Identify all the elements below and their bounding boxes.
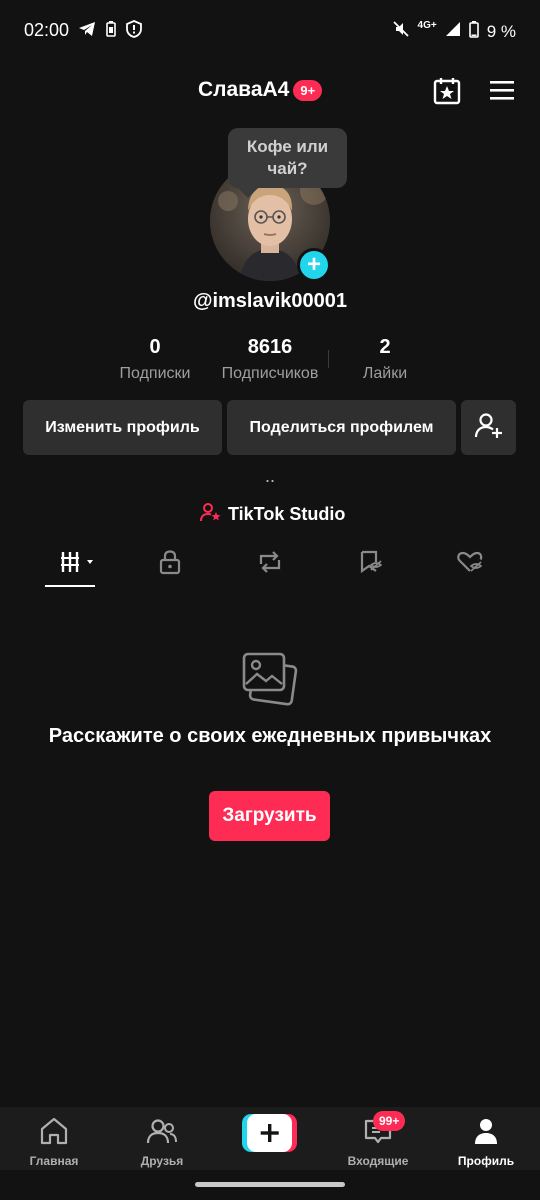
photo-gallery-icon xyxy=(240,650,300,706)
nav-friends[interactable]: Друзья xyxy=(122,1107,202,1170)
followers-label: Подписчиков xyxy=(221,365,319,382)
add-friends-button[interactable] xyxy=(461,400,516,455)
account-switcher[interactable]: СлаваА4 9+ xyxy=(198,78,323,102)
bio-text[interactable]: .. xyxy=(0,466,540,487)
creator-star-icon xyxy=(200,502,222,527)
lock-icon xyxy=(157,549,183,580)
nav-home-label: Главная xyxy=(29,1154,79,1168)
username: @imslavik00001 xyxy=(192,290,348,312)
create-button[interactable] xyxy=(242,1114,297,1152)
account-name: СлаваА4 xyxy=(198,78,290,101)
inbox-badge: 99+ xyxy=(373,1111,406,1131)
nav-profile-label: Профиль xyxy=(457,1154,515,1168)
tab-reposts[interactable] xyxy=(240,544,300,584)
likes-label: Лайки xyxy=(362,365,408,382)
likes-stat[interactable]: 2 Лайки xyxy=(345,336,425,383)
profile-header: СлаваА4 9+ xyxy=(0,70,540,114)
followers-count: 8616 xyxy=(247,336,293,358)
menu-icon[interactable] xyxy=(488,78,516,102)
tab-liked[interactable] xyxy=(440,544,500,584)
repost-icon xyxy=(256,549,284,580)
followers-stat[interactable]: 8616 Подписчиков xyxy=(212,336,328,383)
nav-friends-label: Друзья xyxy=(140,1154,184,1168)
battery-saver-icon xyxy=(106,21,116,42)
nav-profile[interactable]: Профиль xyxy=(446,1107,526,1170)
friends-icon xyxy=(146,1117,178,1150)
tab-favorites[interactable] xyxy=(340,544,400,584)
status-bar: 02:00 4G+ 9 % xyxy=(0,0,540,60)
mute-icon xyxy=(392,20,410,43)
calendar-star-icon[interactable] xyxy=(432,76,462,106)
tiktok-studio-link[interactable]: TikTok Studio xyxy=(200,502,345,527)
upload-button[interactable]: Загрузить xyxy=(209,791,330,841)
tab-videos[interactable] xyxy=(40,544,100,584)
following-label: Подписки xyxy=(119,365,191,382)
telegram-icon xyxy=(78,21,96,42)
shield-icon xyxy=(126,20,142,43)
share-profile-button[interactable]: Поделиться профилем xyxy=(227,400,456,455)
add-story-button[interactable]: + xyxy=(297,248,331,282)
likes-count: 2 xyxy=(379,336,391,358)
battery-percent: 9 % xyxy=(486,21,516,41)
tab-private[interactable] xyxy=(140,544,200,584)
empty-state-title: Расскажите о своих ежедневных привычках xyxy=(48,725,492,747)
stats-divider xyxy=(328,350,329,368)
nav-home[interactable]: Главная xyxy=(14,1107,94,1170)
heart-hidden-icon xyxy=(456,549,484,580)
signal-icon xyxy=(445,21,461,42)
nav-inbox-label: Входящие xyxy=(347,1154,409,1168)
profile-icon xyxy=(470,1117,502,1150)
edit-profile-button[interactable]: Изменить профиль xyxy=(23,400,222,455)
active-tab-indicator xyxy=(45,585,95,587)
home-indicator[interactable] xyxy=(195,1182,345,1187)
network-type: 4G+ xyxy=(417,20,437,31)
tiktok-studio-label: TikTok Studio xyxy=(228,504,346,524)
add-user-icon xyxy=(474,410,504,445)
bookmark-hidden-icon xyxy=(357,549,383,580)
home-icon xyxy=(38,1117,70,1150)
following-count: 0 xyxy=(149,336,161,358)
status-tooltip[interactable]: Кофе или чай? xyxy=(228,128,347,198)
notification-badge: 9+ xyxy=(293,79,323,101)
battery-icon xyxy=(468,20,479,43)
following-stat[interactable]: 0 Подписки xyxy=(110,336,200,383)
grid-icon xyxy=(45,549,95,580)
status-time: 02:00 xyxy=(24,20,70,40)
